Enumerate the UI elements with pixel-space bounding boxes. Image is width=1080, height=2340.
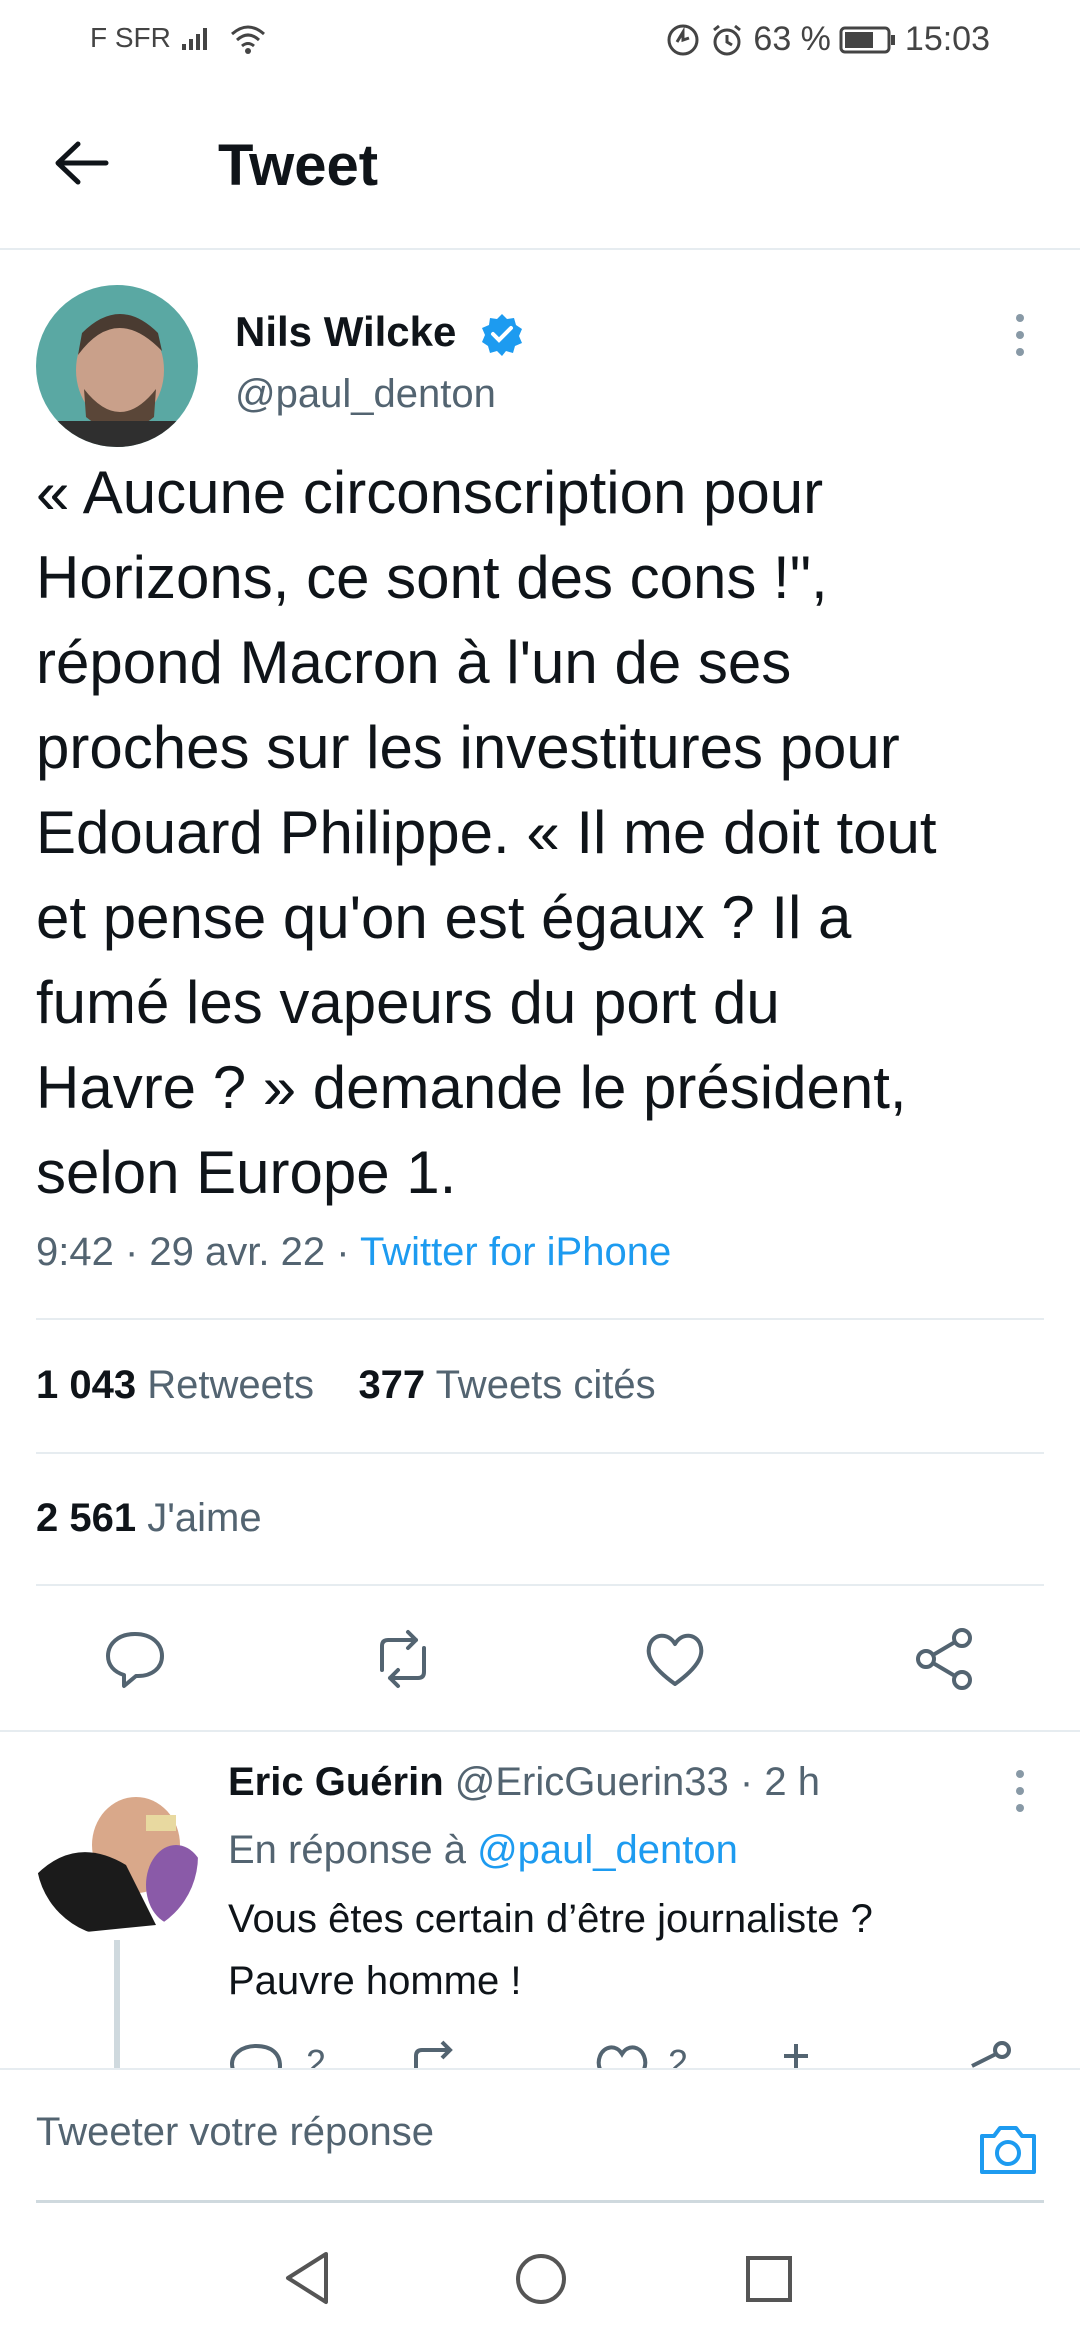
quotes-stat[interactable]: 377 Tweets cités: [358, 1363, 655, 1407]
status-time: 15:03: [904, 20, 990, 58]
reply-icon[interactable]: [100, 1624, 170, 1694]
author-handle[interactable]: @paul_denton: [235, 372, 496, 417]
verified-badge-icon: [482, 314, 522, 356]
reply-share-icon[interactable]: [958, 2040, 1018, 2070]
likes-stats[interactable]: 2 561 J'aime: [36, 1496, 262, 1541]
divider: [36, 1452, 1044, 1454]
camera-icon[interactable]: [976, 2122, 1040, 2178]
input-underline: [36, 2200, 1044, 2203]
back-arrow-icon[interactable]: [52, 138, 112, 188]
author-name[interactable]: Nils Wilcke: [235, 308, 456, 356]
reply-author-handle[interactable]: @EricGuerin33: [455, 1760, 729, 1804]
page-title: Tweet: [218, 133, 379, 198]
nav-home-icon[interactable]: [514, 2252, 568, 2306]
reply-like-count: 2: [668, 2042, 689, 2070]
system-navigation-bar: [0, 2210, 1080, 2340]
thread-line: [114, 1940, 120, 2070]
data-saver-icon: [667, 24, 699, 55]
divider: [36, 1318, 1044, 1320]
reply-analytics-icon[interactable]: [766, 2040, 826, 2070]
more-options-icon[interactable]: [1008, 310, 1032, 360]
retweets-stat[interactable]: 1 043 Retweets: [36, 1363, 314, 1407]
header: Tweet: [0, 80, 1080, 250]
like-heart-icon[interactable]: [640, 1624, 710, 1694]
battery-icon: [839, 26, 895, 53]
reply-reply-count: 2: [306, 2042, 327, 2070]
divider: [36, 1584, 1044, 1586]
share-icon[interactable]: [910, 1624, 980, 1694]
reply-composer: Tweeter votre réponse: [0, 2068, 1080, 2205]
nav-back-icon[interactable]: [282, 2250, 332, 2306]
tweet-time: 9:42: [36, 1230, 114, 1274]
divider: [0, 1730, 1080, 1732]
tweet-text: « Aucune circonscription pour Horizons, …: [36, 459, 937, 1206]
carrier-label: F SFR: [90, 22, 171, 53]
battery-percent: 63 %: [753, 20, 831, 58]
signal-icon: [182, 28, 207, 50]
retweet-stats: 1 043 Retweets 377 Tweets cités: [36, 1363, 656, 1408]
reply-like-icon[interactable]: [592, 2040, 652, 2070]
nav-recents-icon[interactable]: [744, 2254, 794, 2304]
in-reply-to: En réponse à @paul_denton: [228, 1828, 738, 1872]
alarm-icon: [713, 24, 742, 55]
retweet-icon[interactable]: [368, 1624, 438, 1694]
reply-actions: 2 2: [228, 2040, 1028, 2070]
reply-more-options-icon[interactable]: [1008, 1766, 1032, 1816]
tweet-date: 29 avr. 22: [149, 1230, 326, 1274]
avatar[interactable]: [36, 285, 198, 447]
tweet-source-link[interactable]: Twitter for iPhone: [360, 1230, 671, 1274]
reply-retweet-icon[interactable]: [406, 2040, 466, 2070]
tweet-metadata: 9:42 · 29 avr. 22 · Twitter for iPhone: [36, 1230, 672, 1274]
reply-avatar-image: [36, 1775, 198, 1937]
reply-input[interactable]: Tweeter votre réponse: [36, 2110, 434, 2155]
in-reply-to-mention[interactable]: @paul_denton: [477, 1828, 738, 1872]
avatar-image: [36, 285, 198, 447]
reply-header: Eric Guérin @EricGuerin33 · 2 h: [228, 1760, 820, 1804]
reply-reply-icon[interactable]: [228, 2040, 288, 2070]
reply-author-name[interactable]: Eric Guérin: [228, 1760, 444, 1804]
reply-age: 2 h: [764, 1760, 820, 1804]
status-bar: F SFR 63 % 15:03: [0, 0, 1080, 80]
reply-text: Vous êtes certain d’être journaliste ? P…: [228, 1897, 873, 2003]
wifi-icon: [231, 25, 265, 54]
reply-avatar[interactable]: [36, 1775, 198, 1937]
